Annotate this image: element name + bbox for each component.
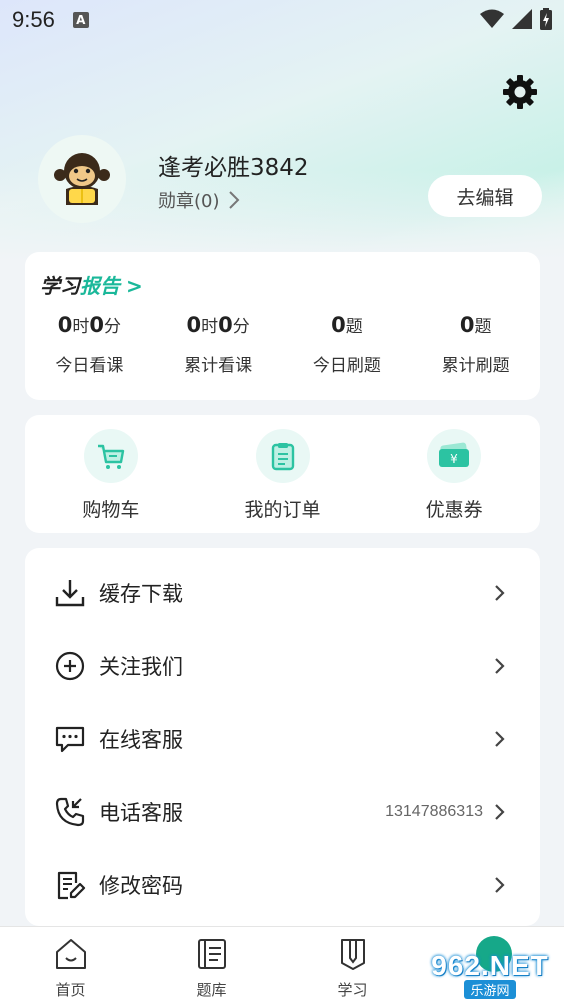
signal-icon	[512, 9, 532, 29]
status-bar: 9:56 A	[0, 0, 564, 40]
edit-doc-icon	[57, 871, 86, 899]
menu-item-change-password[interactable]: 修改密码	[25, 848, 540, 921]
stat-hours: 0	[186, 313, 202, 337]
download-icon	[55, 579, 85, 606]
status-icons	[480, 8, 552, 30]
chevron-right-icon	[495, 584, 505, 601]
menu-label: 电话客服	[99, 800, 183, 825]
menu-label: 缓存下载	[99, 581, 183, 606]
gear-icon	[503, 75, 537, 109]
study-report-card: 学习 报告 > 0时0分 今日看课 0时0分 累计看课 0题 今日刷题 0题 累…	[25, 252, 540, 400]
stat-label: 今日刷题	[312, 356, 381, 376]
username: 逢考必胜3842	[158, 155, 309, 181]
svg-text:¥: ¥	[450, 452, 458, 466]
stat-count: 0	[459, 313, 475, 337]
shortcut-label: 购物车	[82, 499, 140, 521]
tab-label: 题库	[196, 981, 227, 999]
chevron-right-icon	[495, 876, 505, 893]
stat-label: 累计看课	[184, 356, 253, 376]
menu-item-download[interactable]: 缓存下载	[25, 556, 540, 629]
settings-button[interactable]	[500, 72, 540, 112]
medal-label: 勋章(0)	[158, 191, 220, 212]
report-title-part1: 学习	[40, 274, 80, 298]
stat-today-questions: 0题 今日刷题	[283, 312, 412, 376]
monkey-avatar-icon	[54, 153, 110, 205]
tab-question-bank[interactable]: 题库	[141, 927, 282, 1004]
stat-label: 累计刷题	[441, 356, 510, 376]
tab-label: 首页	[55, 981, 86, 999]
menu-item-online-service[interactable]: 在线客服	[25, 702, 540, 775]
shortcut-label: 我的订单	[244, 499, 321, 521]
tab-home[interactable]: 首页	[0, 927, 141, 1004]
shortcut-coupons[interactable]: ¥ 优惠券	[368, 415, 540, 533]
tab-study[interactable]: 学习	[282, 927, 423, 1004]
watermark-sub: 乐游网	[464, 979, 516, 999]
shortcuts-card: 购物车 我的订单 ¥ 优惠券	[25, 415, 540, 533]
stat-minutes: 0	[89, 313, 104, 337]
chevron-right-icon	[495, 803, 505, 820]
stat-hours: 0	[57, 313, 73, 337]
shortcut-cart[interactable]: 购物车	[25, 415, 197, 533]
notification-icon: A	[72, 12, 89, 28]
report-title-part2: 报告	[80, 274, 120, 298]
stat-total-questions: 0题 累计刷题	[411, 312, 540, 376]
shortcut-orders[interactable]: 我的订单	[197, 415, 369, 533]
chevron-right-icon	[495, 657, 505, 674]
status-time: 9:56	[12, 7, 55, 32]
settings-menu-card: 缓存下载 关注我们 在线客服 电话客服 13147886313 修改密码	[25, 548, 540, 926]
stat-total-watch: 0时0分 累计看课	[154, 312, 283, 376]
edit-profile-button[interactable]: 去编辑	[428, 175, 542, 217]
watermark-main: 962.NET	[431, 949, 549, 981]
avatar[interactable]	[38, 135, 126, 223]
study-report-link[interactable]: 学习 报告 >	[40, 270, 143, 299]
stat-count: 0	[331, 313, 346, 337]
menu-item-follow[interactable]: 关注我们	[25, 629, 540, 702]
tab-label: 学习	[337, 981, 368, 999]
phone-number: 13147886313	[385, 802, 483, 820]
cart-icon	[97, 444, 125, 469]
home-icon	[55, 939, 86, 969]
chevron-right-icon	[495, 730, 505, 747]
stat-minutes: 0	[218, 313, 233, 337]
menu-item-phone-service[interactable]: 电话客服 13147886313	[25, 775, 540, 848]
chevron-right-icon	[228, 191, 239, 209]
coupon-icon: ¥	[439, 442, 470, 467]
stat-label: 今日看课	[55, 356, 124, 376]
menu-label: 关注我们	[99, 654, 183, 679]
wifi-icon	[480, 9, 504, 28]
menu-label: 修改密码	[99, 873, 183, 898]
medal-link[interactable]: 勋章(0)	[158, 187, 240, 213]
stat-today-watch: 0时0分 今日看课	[25, 312, 154, 376]
question-bank-icon	[197, 939, 226, 969]
phone-icon	[55, 797, 85, 826]
shortcut-label: 优惠券	[425, 499, 483, 521]
order-icon	[271, 443, 294, 471]
report-stats: 0时0分 今日看课 0时0分 累计看课 0题 今日刷题 0题 累计刷题	[25, 312, 540, 376]
plus-circle-icon	[55, 651, 85, 680]
chat-icon	[55, 726, 85, 752]
study-icon	[340, 939, 365, 970]
menu-label: 在线客服	[99, 727, 183, 752]
site-watermark: 962.NET 乐游网	[422, 948, 558, 1000]
battery-icon	[540, 8, 552, 30]
report-arrow: >	[126, 274, 143, 298]
